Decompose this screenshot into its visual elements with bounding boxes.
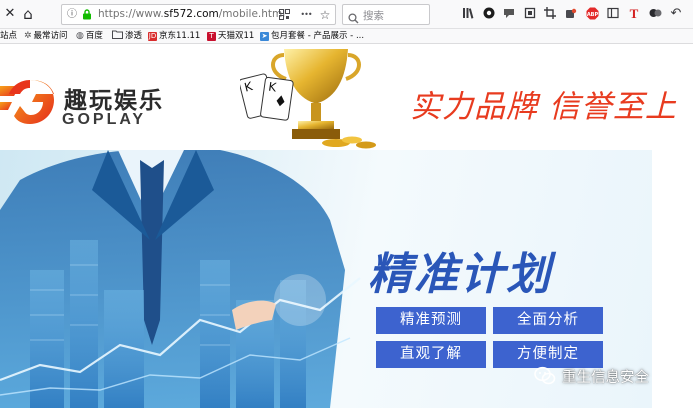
watermark-account-name: 重生信息安全 [562, 369, 649, 386]
banner-headline: 精准计划 [368, 249, 552, 300]
bookmark-label: 最常访问 [33, 31, 68, 41]
bookmark-tmall[interactable]: T 天猫双11 [207, 30, 254, 43]
jd-logo-icon: JD [148, 32, 157, 41]
wechat-icon [534, 366, 556, 385]
bookmark-label: 京东11.11 [159, 31, 201, 41]
bookmark-label: 渗透 [125, 31, 143, 41]
folder-icon [112, 30, 123, 44]
bookmark-label: 百度 [85, 31, 103, 41]
translate-t-icon[interactable]: T [627, 7, 641, 21]
search-placeholder: 搜索 [363, 10, 384, 22]
logo-chinese-name: 趣玩娱乐 [64, 88, 164, 114]
search-bar[interactable]: 搜索 [342, 4, 430, 25]
slogan-text: 实力品牌 信誉至上 [410, 89, 677, 125]
bookmark-star-icon[interactable]: ☆ [319, 9, 331, 21]
tmall-logo-icon: T [207, 32, 216, 41]
info-icon[interactable]: ⓘ [66, 9, 78, 21]
globe-icon: ◍ [76, 31, 84, 41]
address-bar[interactable]: ⓘ https://www.sf572.com/mobile.html ••• … [61, 4, 336, 25]
logo-english-name: GOPLAY [62, 111, 147, 128]
sidebar-icon[interactable] [606, 7, 620, 21]
bookmark-label: 天猫双11 [218, 31, 255, 41]
wechat-watermark: 重生信息安全 [534, 363, 649, 389]
site-header: 趣玩娱乐 GOPLAY K K 实力品牌 信誉至上 [0, 45, 693, 150]
page-margin [652, 150, 693, 408]
library-icon[interactable] [461, 7, 475, 21]
search-icon [348, 9, 359, 28]
more-actions-icon[interactable]: ••• [298, 9, 314, 21]
bookmark-most-visited[interactable]: ✲ 最常访问 [24, 30, 68, 43]
tag-comprehensive-analysis[interactable]: 全面分析 [493, 307, 603, 334]
qr-code-icon[interactable] [278, 9, 290, 21]
screenshot-icon[interactable] [523, 7, 537, 21]
crop-icon[interactable] [543, 7, 557, 21]
gear-icon: ✲ [24, 31, 32, 41]
adblock-icon[interactable]: ABP [585, 7, 599, 21]
extension-puzzle-icon[interactable] [564, 7, 578, 21]
bookmark-label: 包月套餐 - 产品展示 - ... [271, 31, 365, 41]
url-text[interactable]: https://www.sf572.com/mobile.html [98, 8, 285, 20]
bookmark-label: 站点 [0, 31, 18, 41]
tag-intuitive-understanding[interactable]: 直观了解 [376, 341, 486, 368]
tag-accurate-prediction[interactable]: 精准预测 [376, 307, 486, 334]
svg-text:ABP: ABP [586, 12, 598, 18]
home-icon[interactable]: ⌂ [20, 6, 36, 22]
undo-arrow-icon[interactable]: ↶ [669, 7, 683, 21]
send-arrow-icon: ➤ [260, 32, 269, 41]
bookmark-jd[interactable]: JD 京东11.11 [148, 30, 200, 43]
dark-circle-extension-icon[interactable] [482, 7, 496, 21]
bookmark-monthly-plan[interactable]: ➤ 包月套餐 - 产品展示 - ... [260, 30, 364, 43]
lock-icon[interactable] [81, 9, 93, 21]
goplay-logo-icon[interactable] [0, 76, 56, 128]
bookmarks-toolbar: 站点 ✲ 最常访问 ◍ 百度 渗透 JD 京东11.11 T 天猫双11 ➤ 包… [0, 29, 693, 44]
close-icon[interactable]: ✕ [2, 6, 18, 22]
bookmark-sites[interactable]: 站点 [0, 30, 17, 43]
bookmark-folder-pentest[interactable]: 渗透 [112, 30, 142, 43]
chat-bubble-icon[interactable] [502, 7, 516, 21]
trophy-cards-icon: K K [240, 49, 376, 149]
bookmark-baidu[interactable]: ◍ 百度 [76, 30, 103, 43]
user-badge-icon[interactable] [648, 7, 662, 21]
browser-toolbar: ✕ ⌂ ⓘ https://www.sf572.com/mobile.html … [0, 0, 693, 29]
